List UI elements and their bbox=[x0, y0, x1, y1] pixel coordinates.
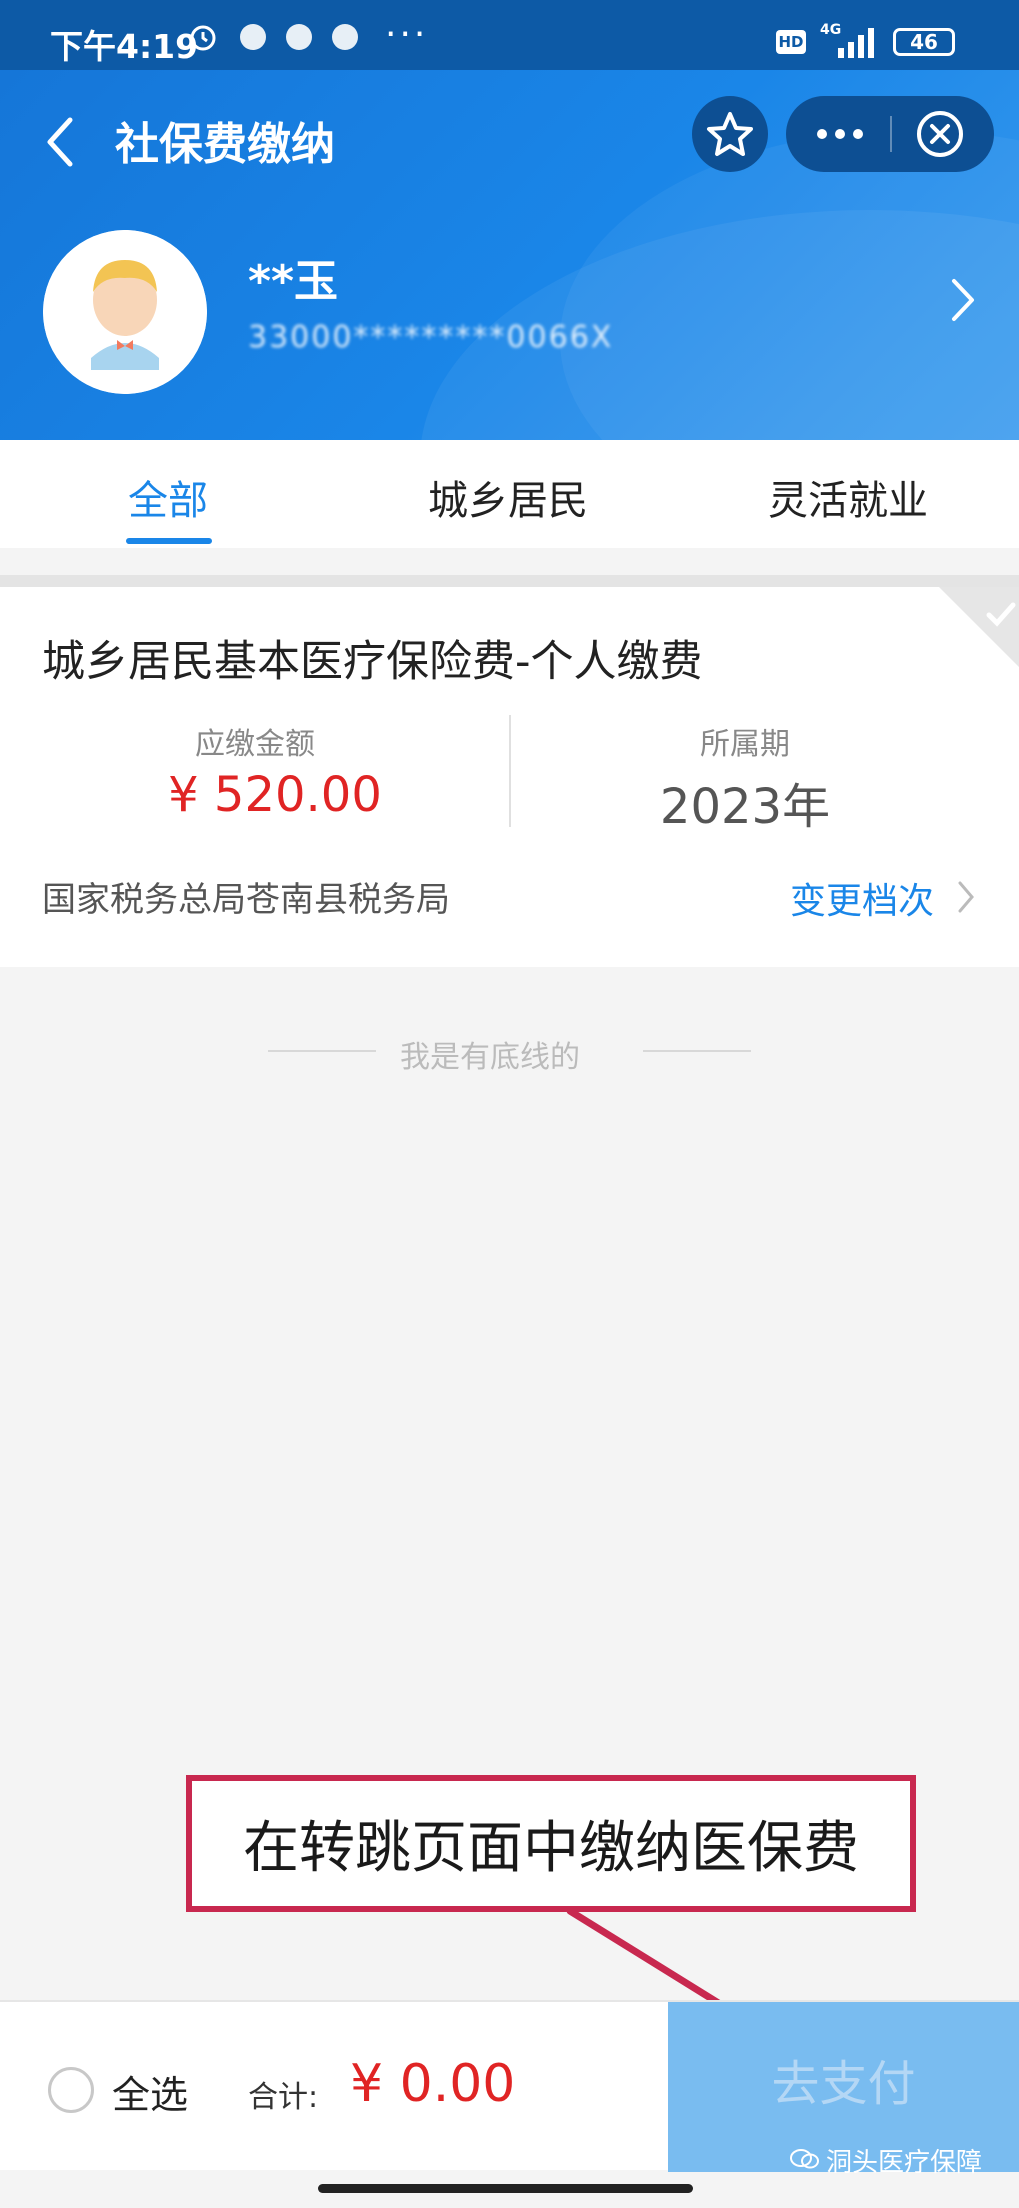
close-icon bbox=[917, 111, 963, 157]
close-button[interactable] bbox=[892, 96, 994, 172]
end-of-list-text: 我是有底线的 bbox=[400, 1040, 580, 1075]
status-bar: 下午4:19 ··· HD 4G 46 bbox=[0, 0, 1019, 70]
user-id: 33000*********0066X bbox=[248, 320, 614, 355]
payment-card[interactable]: 城乡居民基本医疗保险费-个人缴费 应缴金额 ¥ 520.00 所属期 2023年… bbox=[0, 587, 1019, 967]
annotation-box: 在转跳页面中缴纳医保费 bbox=[186, 1775, 916, 1912]
card-title: 城乡居民基本医疗保险费-个人缴费 bbox=[42, 637, 703, 687]
tab-urban-rural[interactable]: 城乡居民 bbox=[428, 468, 588, 526]
avatar bbox=[43, 230, 207, 394]
alarm-icon bbox=[190, 25, 216, 51]
favorite-button[interactable] bbox=[692, 96, 768, 172]
app-notification-icon bbox=[240, 24, 266, 50]
signal-icon bbox=[830, 26, 880, 60]
page-title: 社保费缴纳 bbox=[115, 119, 335, 170]
select-all-radio[interactable] bbox=[48, 2067, 94, 2113]
amount-value: ¥ 520.00 bbox=[168, 767, 382, 823]
change-tier-link[interactable]: 变更档次 bbox=[790, 872, 934, 924]
battery-icon: 46 bbox=[893, 28, 955, 56]
period-label: 所属期 bbox=[700, 727, 790, 762]
total-label: 合计: bbox=[248, 2080, 319, 2115]
status-more-icon: ··· bbox=[385, 14, 429, 55]
amount-label: 应缴金额 bbox=[195, 727, 315, 762]
app-notification-icon bbox=[332, 24, 358, 50]
home-indicator[interactable] bbox=[318, 2184, 693, 2193]
status-time: 下午4:19 bbox=[50, 27, 199, 66]
app-notification-icon bbox=[286, 24, 312, 50]
hd-icon: HD bbox=[776, 30, 806, 54]
more-dots-icon bbox=[817, 129, 863, 139]
wechat-icon bbox=[790, 2149, 819, 2169]
annotation-text: 在转跳页面中缴纳医保费 bbox=[243, 1816, 859, 1881]
avatar-illustration-icon bbox=[43, 230, 207, 394]
chevron-right-icon[interactable] bbox=[948, 275, 978, 325]
header: 社保费缴纳 **玉 33000*********0066X bbox=[0, 70, 1019, 440]
user-name: **玉 bbox=[248, 256, 339, 307]
divider bbox=[643, 1050, 751, 1052]
checkmark-corner-icon[interactable] bbox=[939, 587, 1019, 667]
more-button[interactable] bbox=[786, 96, 890, 172]
watermark-text: 洞头医疗保障 bbox=[826, 2148, 983, 2178]
tax-office: 国家税务总局苍南县税务局 bbox=[42, 880, 450, 920]
star-icon bbox=[707, 112, 753, 156]
tab-all[interactable]: 全部 bbox=[128, 468, 208, 526]
tab-bar: 全部 城乡居民 灵活就业 bbox=[0, 440, 1019, 548]
tab-indicator bbox=[126, 538, 212, 544]
period-value: 2023年 bbox=[659, 779, 831, 835]
select-all-label[interactable]: 全选 bbox=[112, 2064, 188, 2119]
back-icon[interactable] bbox=[40, 112, 80, 172]
divider bbox=[268, 1050, 376, 1052]
chevron-right-icon[interactable] bbox=[956, 877, 976, 917]
total-value: ¥ 0.00 bbox=[350, 2054, 516, 2114]
capsule-menu bbox=[786, 96, 994, 172]
tab-flexible-employment[interactable]: 灵活就业 bbox=[768, 468, 928, 526]
